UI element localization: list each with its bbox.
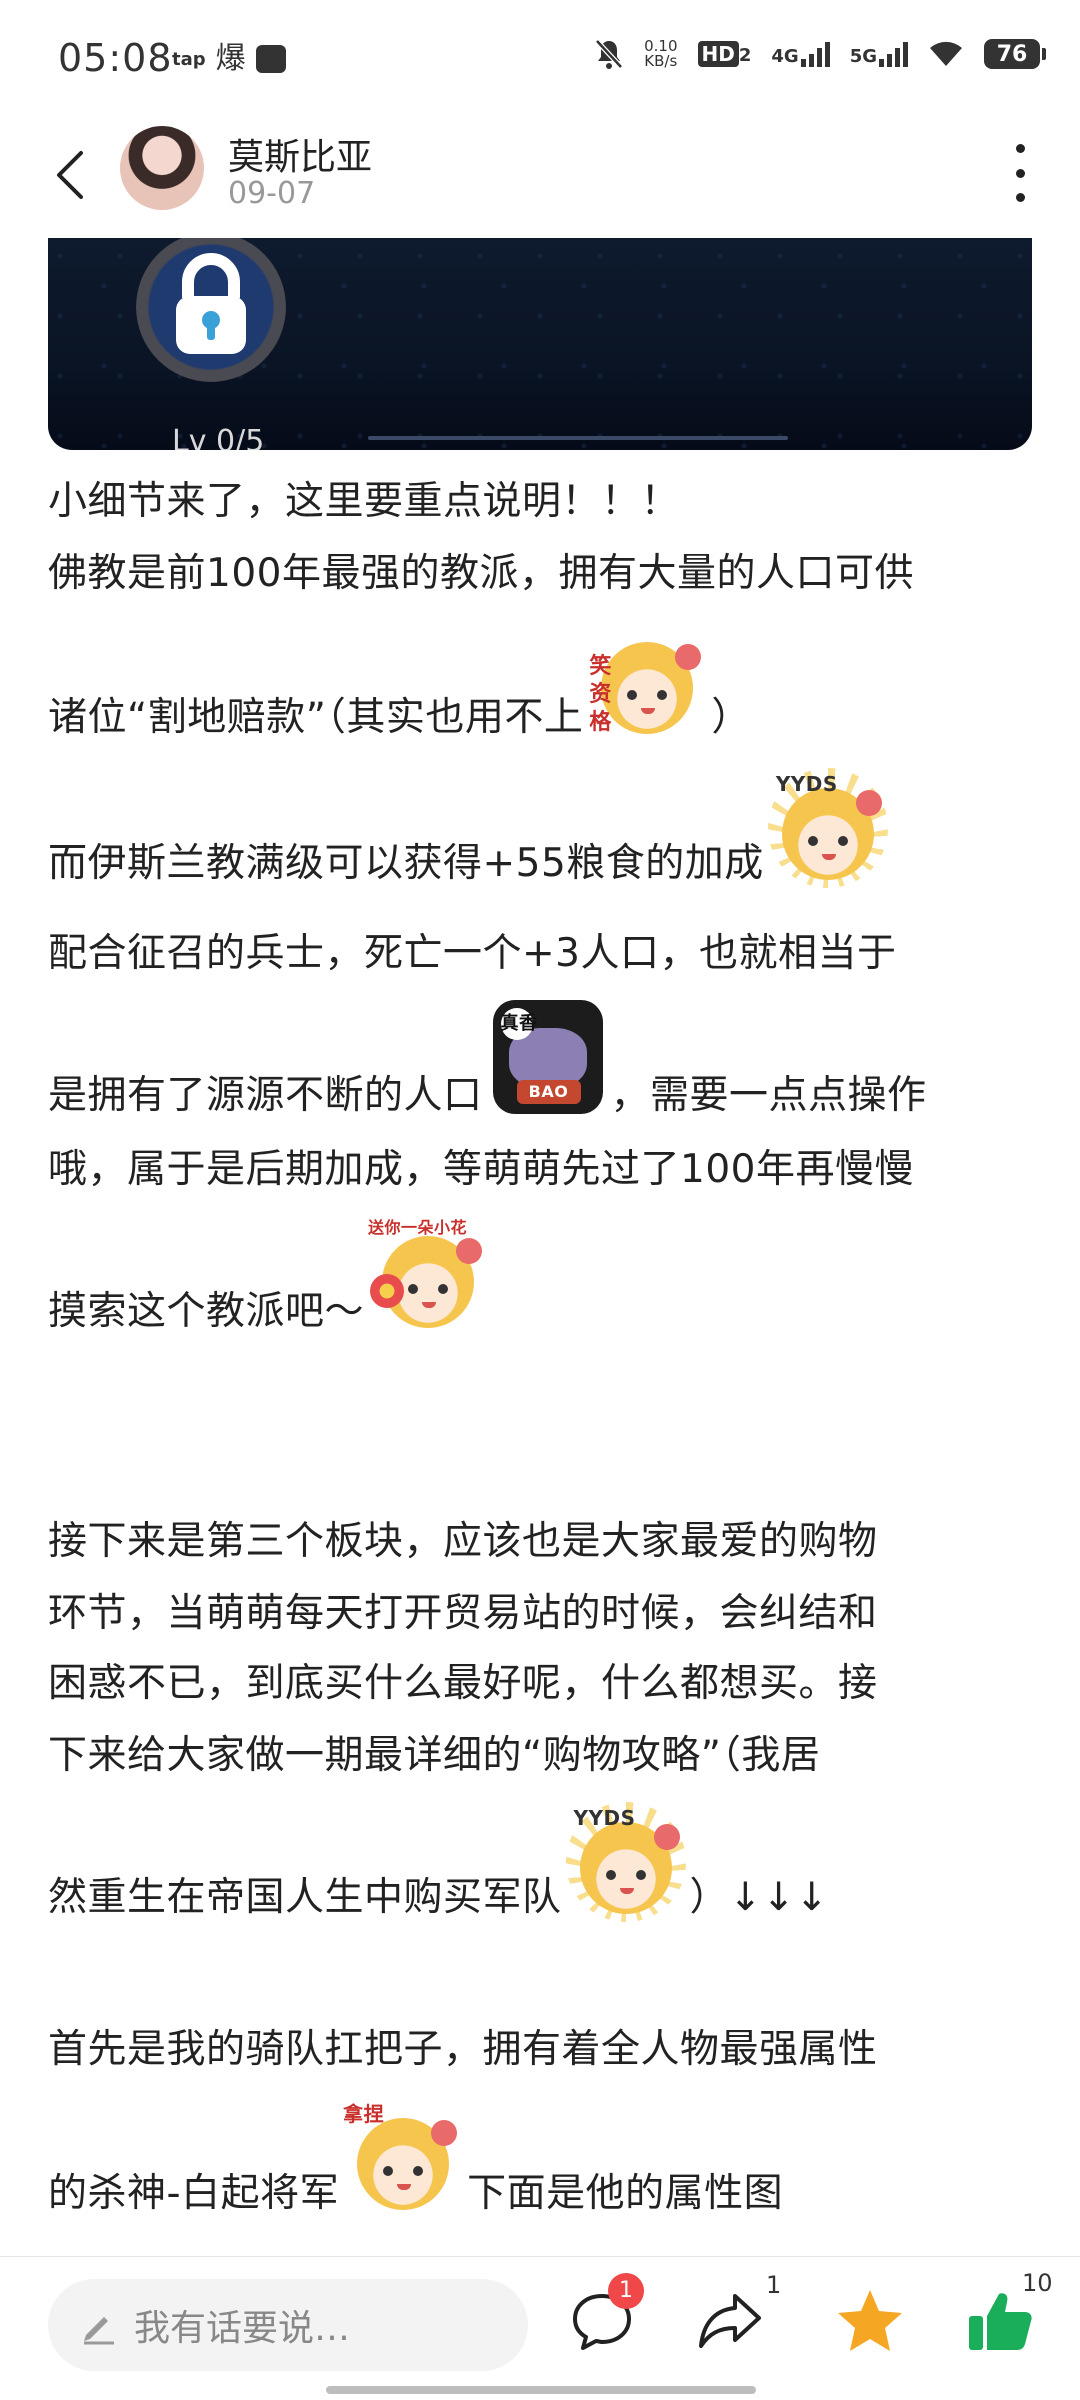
sticker-xiang-bao: 真香 BAO [487,1000,607,1120]
author-name[interactable]: 莫斯比亚 [228,128,372,180]
dark-sticker-icon: 真香 BAO [492,1000,603,1114]
bow-icon [675,644,702,670]
sticker-no-qualification: 笑 资 格 [587,622,707,742]
bottom-action-bar: 我有话要说… 1 1 10 [0,2257,1080,2400]
flower-icon [370,1274,405,1308]
article-line: 而伊斯兰教满级可以获得+55粮食的加成 YYDS [48,760,892,888]
hd-label: HD [697,41,739,67]
image-scroll-line [368,436,788,440]
taptap-icon: tap [172,48,206,70]
network-4g-label: 4G [771,46,799,67]
more-options-button[interactable] [1000,138,1040,208]
sticker-naxia: 拿捏 [343,2098,463,2218]
sticker-yyds-text: YYDS [775,772,838,796]
sticker-flower: 送你一朵小花 [368,1216,488,1336]
net-speed: 0.10 KB/s [644,39,677,69]
avatar[interactable] [120,126,204,210]
mute-bell-icon [595,39,623,69]
bao-app-icon: 爆 [215,41,246,76]
chevron-left-icon [57,151,83,199]
back-button[interactable] [40,140,100,210]
bow-icon [653,1824,680,1850]
comment-button[interactable]: 1 [562,2273,644,2361]
article-line: 佛教是前100年最强的教派，拥有大量的人口可供 [48,551,914,596]
comment-count-badge: 1 [608,2273,644,2309]
status-left-icons: tap 爆 [172,44,286,74]
lock-icon [176,253,246,354]
sticker-bao-text: BAO [516,1080,581,1104]
more-dot-icon [1015,193,1025,202]
post-image-game-screenshot[interactable]: Lv 0/5 [48,238,1032,450]
signal-4g-icon: 4G [771,41,830,67]
sticker-yyds-text: YYDS [573,1806,636,1830]
article-line: 配合征召的兵士，死亡一个+3人口，也就相当于 [48,931,897,976]
bow-icon [456,1238,483,1264]
network-5g-label: 5G [849,46,877,67]
favorite-button[interactable] [830,2281,910,2361]
article-text: 的杀神-白起将军 [48,2171,340,2216]
article-line: 然重生在帝国人生中购买军队 YYDS ）↓↓↓ [48,1792,829,1922]
signal-5g-icon: 5G [850,41,908,67]
net-speed-unit: KB/s [644,52,678,70]
hd-sub: 2 [738,45,752,66]
share-arrow-icon [699,2294,761,2348]
article-line: 下来给大家做一期最详细的“购物攻略”（我居 [48,1733,821,1778]
sticker-char: 格 [589,710,612,735]
home-indicator[interactable] [326,2386,756,2394]
status-time: 05:08 [58,36,173,80]
comment-input[interactable]: 我有话要说… [48,2279,528,2371]
sticker-flower-text: 送你一朵小花 [368,1218,468,1237]
article-line: 是拥有了源源不断的人口 真香 BAO ，需要一点点操作 [48,990,927,1120]
article-text: ，需要一点点操作 [610,1073,927,1118]
share-button[interactable]: 1 [690,2271,781,2361]
article-text: 诸位“割地赔款”（其实也用不上 [48,695,584,740]
article-text: 然重生在帝国人生中购买军队 [48,1875,562,1920]
article-text: ） [711,695,751,740]
more-dot-icon [1015,144,1025,153]
sticker-naxia-text: 拿捏 [343,2102,385,2126]
article-text: 摸索这个教派吧～ [48,1289,365,1334]
like-button[interactable]: 10 [960,2269,1053,2361]
gallery-icon [255,45,286,73]
sticker-yyds: YYDS [565,1802,686,1922]
status-bar: 05:08 tap 爆 0.10 KB/s HD 2 4G 5G 76 [0,0,1080,120]
article-text: 而伊斯兰教满级可以获得+55粮食的加成 [48,841,764,886]
level-text: Lv 0/5 [172,424,265,450]
article-line: 的杀神-白起将军 拿捏 下面是他的属性图 [48,2088,783,2218]
battery-icon: 76 [984,39,1046,69]
article-line: 首先是我的骑队扛把子，拥有着全人物最强属性 [48,2027,878,2072]
post-header: 莫斯比亚 09-07 [0,120,1080,238]
article-line: 诸位“割地赔款”（其实也用不上 笑 资 格 ） [48,612,751,742]
sticker-xiang-text: 真香 [500,1008,537,1040]
sticker-yyds: YYDS [767,768,888,888]
share-count: 1 [766,2271,782,2299]
article-line: 困惑不已，到底买什么最好呢，什么都想买。接 [48,1661,878,1706]
wifi-icon [930,41,962,66]
comment-placeholder: 我有话要说… [134,2308,351,2349]
article-text: 是拥有了源源不断的人口 [48,1073,483,1118]
skill-ring [136,238,286,382]
article-text: 下面是他的属性图 [467,2171,784,2216]
hd-voice-icon: HD 2 [697,41,752,67]
article-line: 哦，属于是后期加成，等萌萌先过了100年再慢慢 [48,1147,914,1192]
article-line: 接下来是第三个板块，应该也是大家最爱的购物 [48,1519,878,1564]
star-icon [838,2290,902,2351]
bow-icon [431,2120,458,2146]
more-dot-icon [1015,168,1025,178]
article-line: 小细节来了，这里要重点说明！！！ [48,479,681,524]
article-text: ）↓↓↓ [689,1875,829,1920]
pencil-icon [84,2317,114,2345]
like-count: 10 [1022,2269,1053,2297]
article-line: 摸索这个教派吧～ 送你一朵小花 [48,1206,492,1336]
bow-icon [855,790,882,816]
status-right-icons: 0.10 KB/s HD 2 4G 5G 76 [594,38,1046,70]
post-date: 09-07 [228,176,316,211]
article-line: 环节，当萌萌每天打开贸易站的时候，会纠结和 [48,1591,878,1636]
